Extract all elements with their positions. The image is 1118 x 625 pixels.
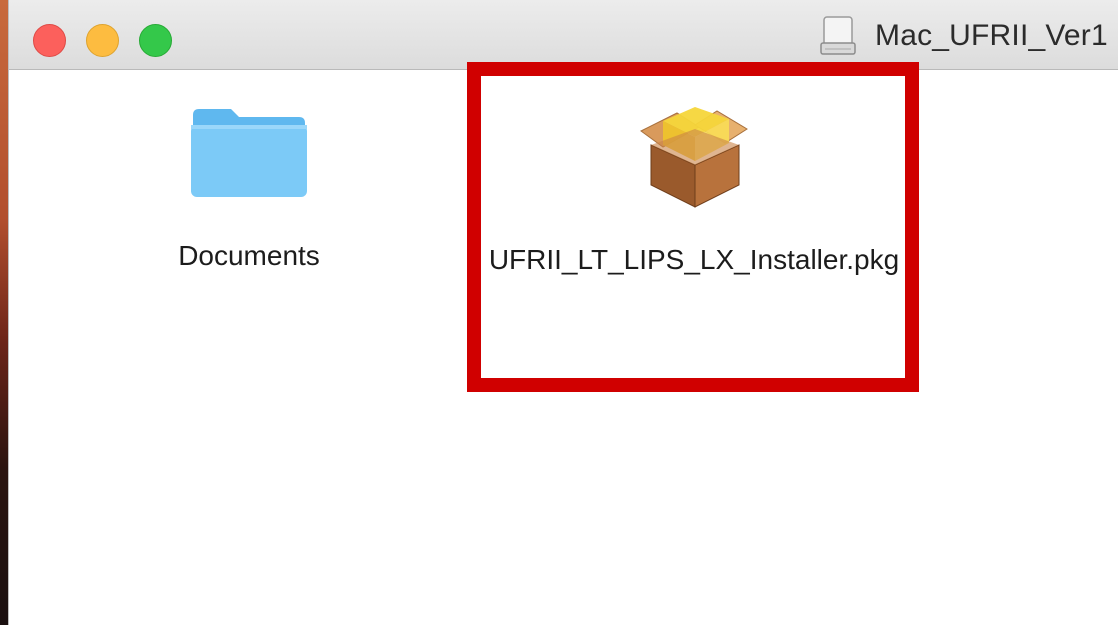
zoom-button[interactable] [139, 24, 172, 57]
folder-icon [191, 109, 307, 197]
window-title: Mac_UFRII_Ver1 [875, 19, 1108, 52]
file-browser-content: Documents UFRII_LT_LIPS_LX_Installer.pkg [9, 62, 1118, 625]
finder-window: Mac_UFRII_Ver1 Documents UFRII_LT_LIPS_L… [8, 0, 1118, 625]
highlight-box [467, 62, 919, 392]
file-item-documents[interactable]: Documents [149, 101, 349, 279]
window-title-area: Mac_UFRII_Ver1 [819, 14, 1108, 58]
file-label: Documents [178, 240, 320, 271]
title-bar[interactable]: Mac_UFRII_Ver1 [9, 0, 1118, 70]
disk-image-icon [820, 16, 856, 55]
close-button[interactable] [33, 24, 66, 57]
minimize-button[interactable] [86, 24, 119, 57]
